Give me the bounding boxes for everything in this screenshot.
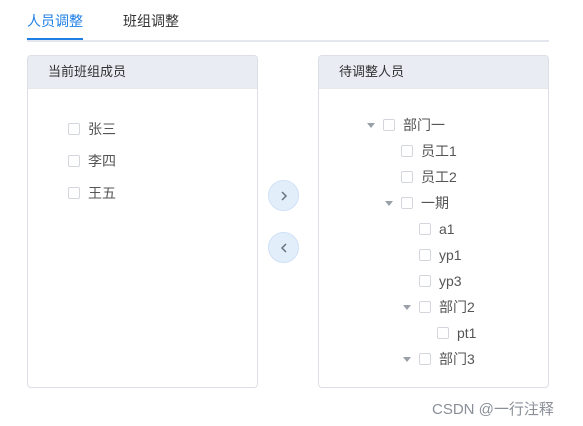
chevron-left-icon <box>280 243 287 253</box>
tree-node-label: yp3 <box>439 273 462 289</box>
tree-checkbox[interactable] <box>437 327 449 340</box>
chevron-right-icon <box>281 191 288 201</box>
tree-node[interactable]: 员工2 <box>401 167 457 187</box>
tree-node[interactable]: 部门2 <box>403 297 475 317</box>
pending-staff-panel: 待调整人员 部门一 员工1 员工2 一期 a1 yp1 yp3 部门2 pt1 … <box>318 55 549 388</box>
current-team-panel-title: 当前班组成员 <box>28 56 257 89</box>
watermark: CSDN @一行注释 <box>432 401 554 418</box>
expand-caret-icon[interactable] <box>403 304 411 310</box>
member-label: 王五 <box>88 185 116 201</box>
member-checkbox[interactable] <box>68 123 80 136</box>
tree-checkbox[interactable] <box>419 249 431 262</box>
tree-checkbox[interactable] <box>419 353 431 366</box>
current-team-panel: 当前班组成员 张三 李四 王五 <box>27 55 258 388</box>
tree-checkbox[interactable] <box>401 145 413 158</box>
tree-node-label: 部门一 <box>403 117 445 133</box>
tree-checkbox[interactable] <box>401 197 413 210</box>
tree-node-label: 员工1 <box>421 143 457 159</box>
move-left-button[interactable] <box>268 232 299 263</box>
expand-caret-icon[interactable] <box>403 356 411 362</box>
tree-node[interactable]: yp1 <box>419 245 462 265</box>
tab-staff-adjust[interactable]: 人员调整 <box>27 11 83 31</box>
tree-checkbox[interactable] <box>383 119 395 132</box>
tree-checkbox[interactable] <box>401 171 413 184</box>
tree-node-label: 部门2 <box>439 299 475 315</box>
member-label: 张三 <box>88 121 116 137</box>
tab-team-adjust[interactable]: 班组调整 <box>123 11 179 31</box>
expand-caret-icon[interactable] <box>367 122 375 128</box>
tree-node-label: 一期 <box>421 195 449 211</box>
active-tab-indicator <box>27 38 83 40</box>
pending-staff-panel-title: 待调整人员 <box>319 56 548 89</box>
member-label: 李四 <box>88 153 116 169</box>
tree-node[interactable]: 部门一 <box>367 115 445 135</box>
member-checkbox[interactable] <box>68 155 80 168</box>
tree-node-label: 部门3 <box>439 351 475 367</box>
tree-node[interactable]: 部门3 <box>403 349 475 369</box>
tab-bar: 人员调整 班组调整 <box>27 0 549 42</box>
tree-node-label: 员工2 <box>421 169 457 185</box>
tree-node[interactable]: pt1 <box>437 323 476 343</box>
expand-caret-icon[interactable] <box>385 200 393 206</box>
tree-node-label: pt1 <box>457 325 477 341</box>
member-item[interactable]: 王五 <box>68 183 116 203</box>
tree-node[interactable]: a1 <box>419 219 455 239</box>
tree-checkbox[interactable] <box>419 301 431 314</box>
tree-checkbox[interactable] <box>419 223 431 236</box>
tree-node[interactable]: 员工1 <box>401 141 457 161</box>
member-item[interactable]: 李四 <box>68 151 116 171</box>
member-item[interactable]: 张三 <box>68 119 116 139</box>
member-checkbox[interactable] <box>68 187 80 200</box>
move-right-button[interactable] <box>268 180 299 211</box>
tree-checkbox[interactable] <box>419 275 431 288</box>
tree-node-label: a1 <box>439 221 455 237</box>
tree-node[interactable]: 一期 <box>385 193 449 213</box>
tree-node-label: yp1 <box>439 247 462 263</box>
tree-node[interactable]: yp3 <box>419 271 462 291</box>
